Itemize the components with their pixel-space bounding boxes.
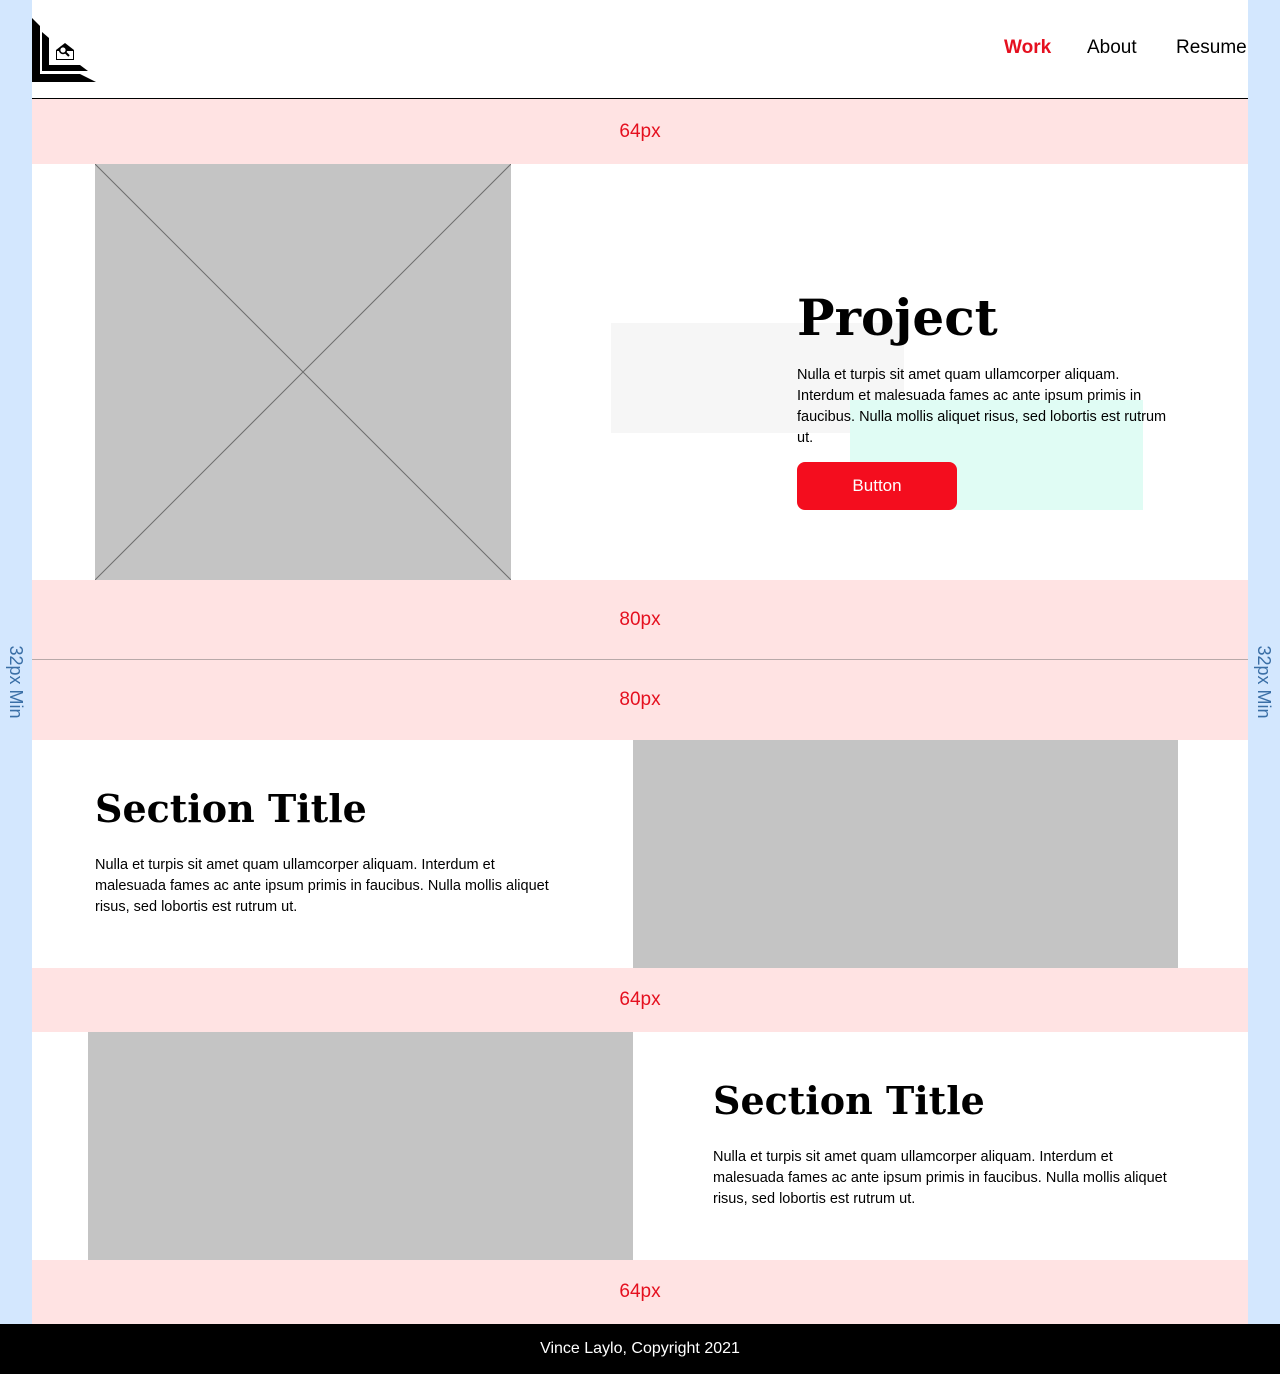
section-body: Nulla et turpis sit amet quam ullamcorpe…: [713, 1149, 1167, 1207]
section-body: Nulla et turpis sit amet quam ullamcorpe…: [95, 857, 549, 915]
hero-cta-button[interactable]: Button: [797, 462, 957, 510]
nav-work-link[interactable]: Work: [1004, 36, 1051, 60]
hero-body: Nulla et turpis sit amet quam ullamcorpe…: [797, 367, 1167, 446]
site-header: Work About Resume: [32, 0, 1248, 99]
right-margin-guide: 32px Min: [1248, 0, 1280, 1324]
spacer-guide: 80px: [32, 580, 1248, 659]
section-image-placeholder: [88, 1032, 633, 1260]
footer-copyright: Vince Laylo, Copyright 2021: [540, 1340, 740, 1357]
spacer-label: 80px: [619, 689, 661, 710]
spacer-label: 64px: [619, 120, 661, 142]
spacer-guide: 64px: [32, 968, 1248, 1032]
hero-title: Project: [797, 288, 998, 347]
right-margin-label: 32px Min: [1254, 645, 1274, 719]
spacer-label: 80px: [619, 608, 661, 630]
nav-about-link[interactable]: About: [1087, 36, 1137, 60]
spacer-guide: 64px: [32, 99, 1248, 164]
section-title: Section Title: [713, 1078, 985, 1123]
site-footer: Vince Laylo, Copyright 2021: [0, 1324, 1280, 1374]
spacer-label: 64px: [619, 989, 661, 1010]
spacer-guide: 80px: [32, 660, 1248, 740]
left-margin-label: 32px Min: [6, 645, 26, 719]
hero-image-placeholder: [95, 164, 511, 580]
logo-icon[interactable]: [32, 18, 96, 82]
left-margin-guide: 32px Min: [0, 0, 32, 1324]
spacer-label: 64px: [619, 1281, 661, 1302]
section-image-placeholder: [633, 740, 1178, 968]
section-title: Section Title: [95, 786, 367, 831]
spacer-guide: 64px: [32, 1260, 1248, 1324]
nav-resume-link[interactable]: Resume: [1176, 36, 1247, 60]
